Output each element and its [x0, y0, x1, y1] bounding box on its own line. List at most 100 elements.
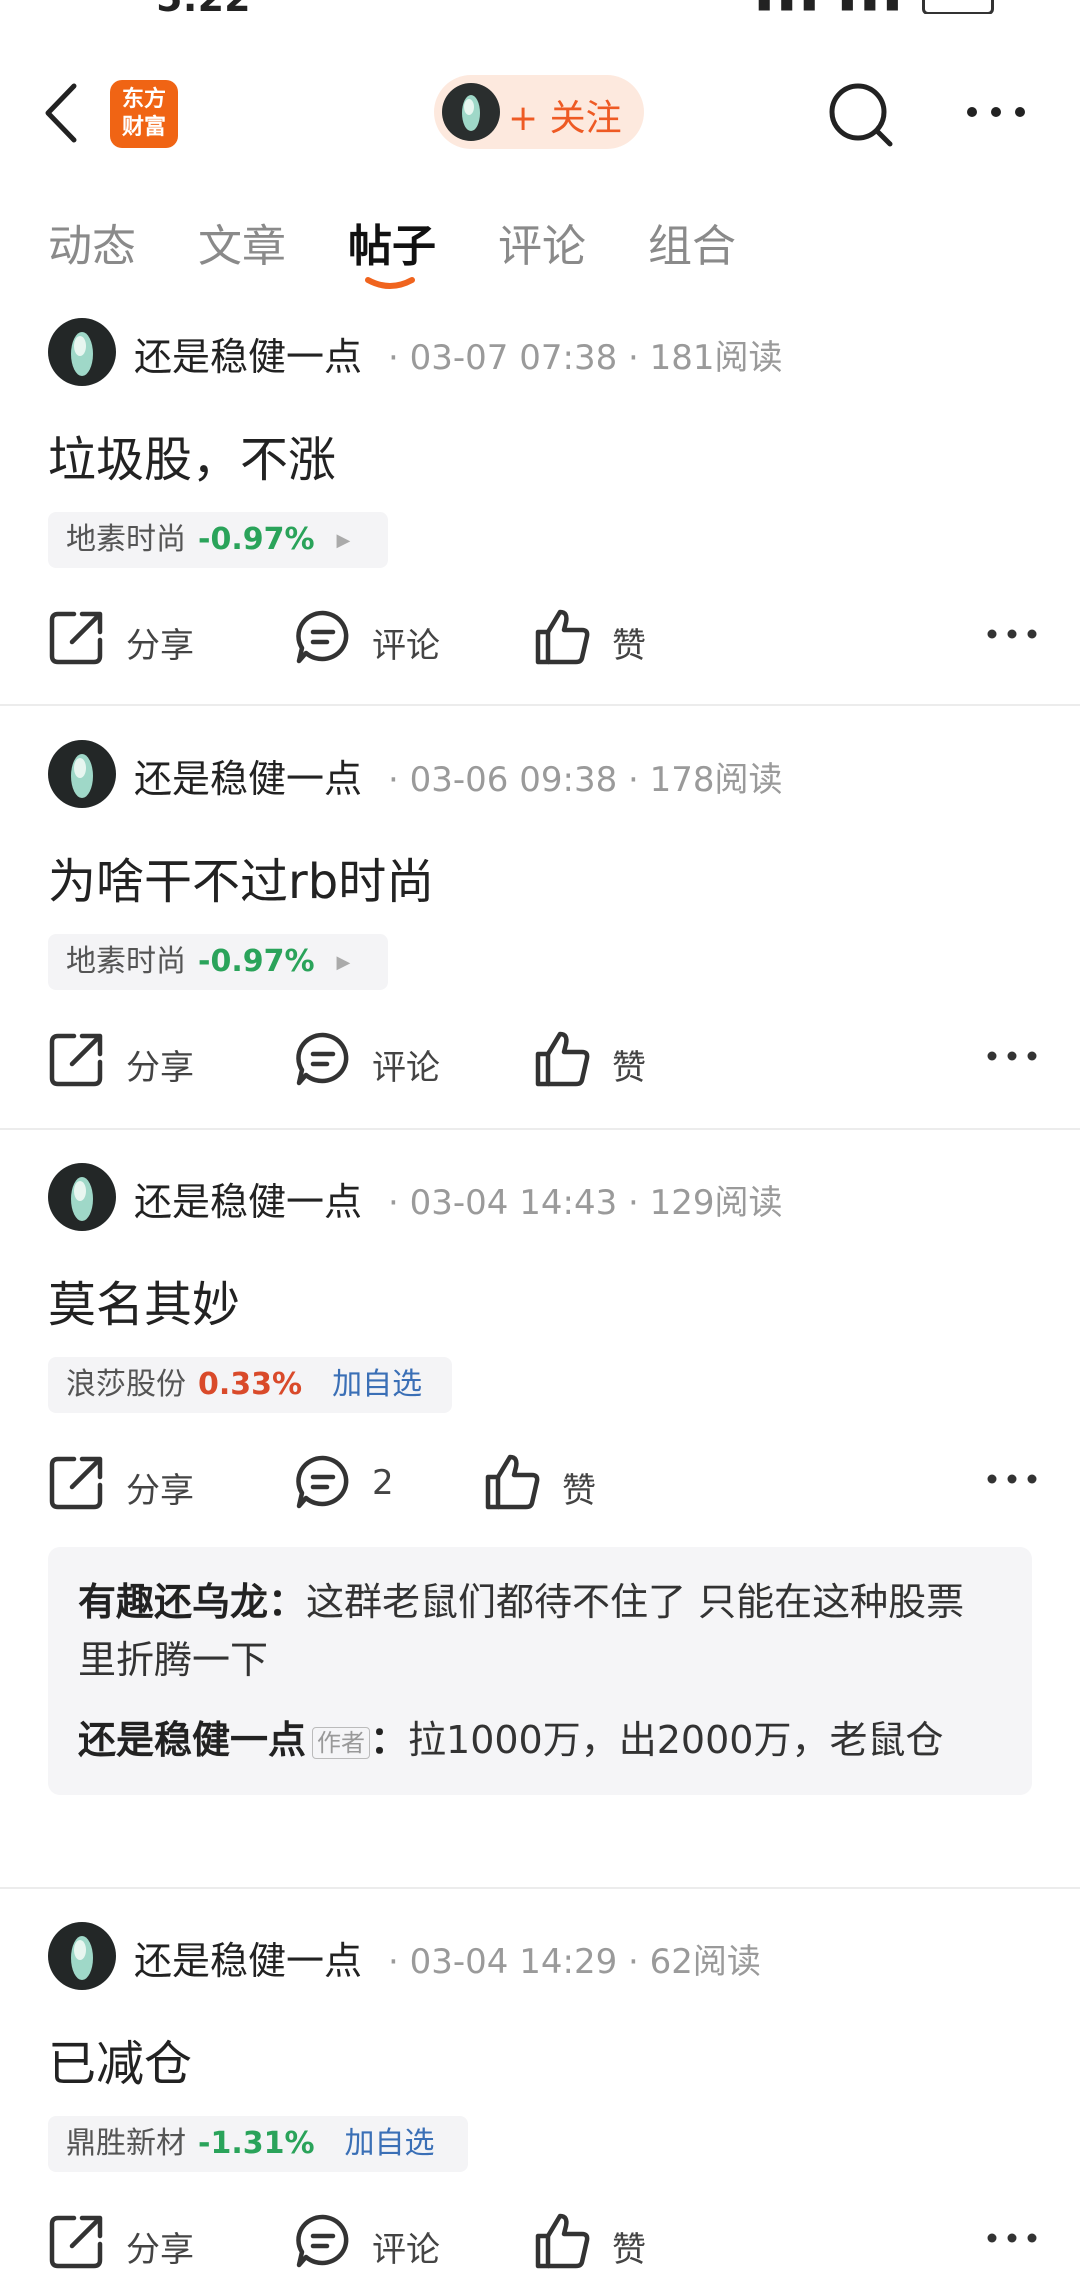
like-label: 赞: [612, 2230, 646, 2270]
comment-label: 评论: [372, 1048, 440, 1088]
tab-posts[interactable]: 帖子: [348, 210, 436, 274]
post-actions: 分享 评论 赞: [48, 1024, 1038, 1094]
app-logo[interactable]: 东方 财富: [110, 80, 178, 148]
comment-icon: [296, 610, 349, 664]
active-tab-indicator: [365, 277, 415, 289]
share-icon: [49, 1033, 103, 1087]
comment-icon: [296, 2214, 349, 2268]
stock-change: 0.33%: [198, 1367, 303, 1402]
post-meta: · 03-04 14:29 · 62阅读: [388, 1942, 761, 1982]
author-avatar[interactable]: [48, 1922, 116, 1990]
follow-label: + 关注: [508, 98, 622, 139]
stock-tag[interactable]: 地素时尚 -0.97% ▶: [48, 934, 388, 990]
search-button[interactable]: [826, 74, 896, 154]
author-avatar[interactable]: [48, 1163, 116, 1231]
comment-icon: [296, 1455, 349, 1509]
post-header: 还是稳健一点 · 03-04 14:43 · 129阅读: [48, 1163, 1048, 1233]
author-badge: 作者: [312, 1726, 371, 1759]
post-card[interactable]: 还是稳健一点 · 03-04 14:43 · 129阅读 莫名其妙 浪莎股份 0.…: [0, 1163, 1080, 1889]
post-text[interactable]: 为啥干不过rb时尚: [48, 842, 434, 912]
author-name[interactable]: 还是稳健一点: [134, 748, 362, 803]
author-avatar[interactable]: [48, 740, 116, 808]
more-dots-icon[interactable]: [986, 1046, 1038, 1066]
comment-label: 评论: [372, 2230, 440, 2270]
share-label: 分享: [126, 1048, 194, 1088]
post-header: 还是稳健一点 · 03-07 07:38 · 181阅读: [48, 318, 1048, 388]
more-dots-icon[interactable]: [986, 624, 1038, 644]
chevron-left-icon: [45, 83, 77, 143]
share-label: 分享: [126, 626, 194, 666]
comment-icon: [296, 1032, 349, 1086]
like-label: 赞: [612, 626, 646, 666]
comment-separator: ：: [370, 1718, 409, 1762]
status-icons: ▮▮▮ ▮▮▮: [756, 0, 994, 14]
add-watchlist-link[interactable]: 加自选: [332, 1367, 422, 1402]
logo-line-1: 东方: [121, 87, 166, 112]
search-icon: [829, 83, 893, 147]
follow-button[interactable]: + 关注: [434, 75, 644, 149]
post-header: 还是稳健一点 · 03-04 14:29 · 62阅读: [48, 1922, 1048, 1992]
logo-line-2: 财富: [121, 115, 166, 140]
comment-preview[interactable]: 有趣还乌龙：这群老鼠们都待不住了 只能在这种股票里折腾一下 还是稳健一点 作者 ：拉…: [48, 1547, 1032, 1795]
status-time: 5:22: [156, 0, 251, 14]
author-avatar[interactable]: [48, 318, 116, 386]
comment-separator: ：: [268, 1580, 307, 1624]
post-card[interactable]: 还是稳健一点 · 03-04 14:29 · 62阅读 已减仓 鼎胜新材 -1.3…: [0, 1922, 1080, 2270]
share-label: 分享: [126, 2230, 194, 2270]
tab-portfolio[interactable]: 组合: [648, 210, 736, 274]
user-avatar: [442, 83, 500, 141]
stock-change: -1.31%: [198, 2126, 315, 2161]
author-name[interactable]: 还是稳健一点: [134, 1171, 362, 1226]
post-text[interactable]: 垃圾股，不涨: [48, 420, 336, 490]
comment-item[interactable]: 有趣还乌龙：这群老鼠们都待不住了 只能在这种股票里折腾一下: [78, 1573, 1002, 1689]
commenter-name[interactable]: 有趣还乌龙: [78, 1580, 268, 1624]
stock-tag[interactable]: 鼎胜新材 -1.31% 加自选: [48, 2116, 468, 2172]
post-actions: 分享 评论 赞: [48, 602, 1038, 672]
author-name[interactable]: 还是稳健一点: [134, 1930, 362, 1985]
divider: [0, 1887, 1080, 1889]
thumbs-up-icon: [485, 1454, 540, 1510]
post-actions: 分享 2 赞: [48, 1447, 1038, 1517]
comment-item[interactable]: 还是稳健一点 作者 ：拉1000万，出2000万，老鼠仓: [78, 1711, 1002, 1769]
comment-label: 评论: [372, 626, 440, 666]
share-icon: [49, 611, 103, 665]
post-meta: · 03-04 14:43 · 129阅读: [388, 1183, 783, 1223]
tab-articles[interactable]: 文章: [198, 210, 286, 274]
post-card[interactable]: 还是稳健一点 · 03-06 09:38 · 178阅读 为啥干不过rb时尚 地…: [0, 740, 1080, 1130]
status-bar: 5:22 ▮▮▮ ▮▮▮: [0, 0, 1080, 14]
post-text[interactable]: 已减仓: [48, 2024, 192, 2094]
comment-text: 拉1000万，出2000万，老鼠仓: [408, 1718, 944, 1762]
stock-tag[interactable]: 浪莎股份 0.33% 加自选: [48, 1357, 452, 1413]
stock-name: 鼎胜新材: [66, 2126, 186, 2161]
post-actions: 分享 评论 赞: [48, 2206, 1038, 2276]
thumbs-up-icon: [535, 2213, 590, 2269]
stock-name: 浪莎股份: [66, 1367, 186, 1402]
commenter-name[interactable]: 还是稳健一点: [78, 1718, 306, 1762]
stock-change: -0.97%: [198, 944, 315, 979]
tab-dynamics[interactable]: 动态: [48, 210, 136, 274]
more-dots-icon[interactable]: [986, 2228, 1038, 2248]
post-text[interactable]: 莫名其妙: [48, 1265, 240, 1335]
stock-name: 地素时尚: [66, 944, 186, 979]
stock-change: -0.97%: [198, 522, 315, 557]
play-icon: ▶: [336, 529, 351, 551]
tab-comments[interactable]: 评论: [498, 210, 586, 274]
post-card[interactable]: 还是稳健一点 · 03-07 07:38 · 181阅读 垃圾股，不涨 地素时尚…: [0, 318, 1080, 706]
post-header: 还是稳健一点 · 03-06 09:38 · 178阅读: [48, 740, 1048, 810]
share-icon: [49, 2215, 103, 2269]
stock-tag[interactable]: 地素时尚 -0.97% ▶: [48, 512, 388, 568]
more-options-button[interactable]: [964, 92, 1028, 132]
top-bar: 东方 财富 + 关注: [0, 60, 1080, 170]
share-label: 分享: [126, 1471, 194, 1511]
post-meta: · 03-06 09:38 · 178阅读: [388, 760, 783, 800]
add-watchlist-link[interactable]: 加自选: [345, 2126, 435, 2161]
play-icon: ▶: [336, 951, 351, 973]
back-button[interactable]: [40, 78, 100, 158]
post-meta: · 03-07 07:38 · 181阅读: [388, 338, 783, 378]
like-label: 赞: [612, 1048, 646, 1088]
divider: [0, 704, 1080, 706]
author-name[interactable]: 还是稳健一点: [134, 326, 362, 381]
more-dots-icon[interactable]: [986, 1469, 1038, 1489]
thumbs-up-icon: [535, 609, 590, 665]
thumbs-up-icon: [535, 1031, 590, 1087]
